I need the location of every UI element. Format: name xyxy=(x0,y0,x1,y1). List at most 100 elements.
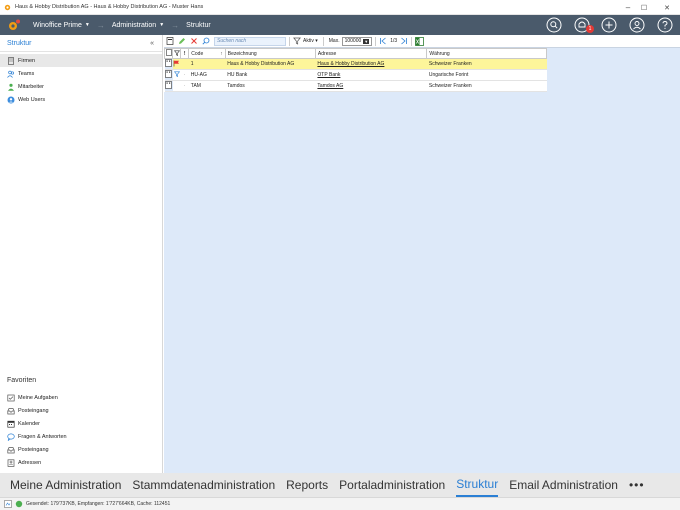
main-content: Suchen nach Aktiv ▾ Max. 100000 ▼ 1/3 ! C… xyxy=(163,35,680,473)
sidebar-item-mitarbeiter[interactable]: Mitarbeiter xyxy=(0,80,162,93)
sidebar-item-teams[interactable]: Teams xyxy=(0,67,162,80)
tab-struktur[interactable]: Struktur xyxy=(456,473,499,497)
favorite-item-meine-aufgaben[interactable]: Meine Aufgaben xyxy=(0,391,162,404)
more-tabs-button[interactable]: ••• xyxy=(629,478,645,492)
table-row[interactable]: · HU-AG HU Bank OTP Bank Ungarische Fori… xyxy=(164,69,547,81)
favorite-item-posteingang-2[interactable]: Posteingang xyxy=(0,443,162,456)
app-menu[interactable]: Winoffice Prime ▼ xyxy=(33,22,90,29)
first-page-icon[interactable] xyxy=(379,37,387,45)
cell-code: HU-AG xyxy=(188,69,226,81)
excel-export-icon[interactable] xyxy=(415,36,425,46)
chevron-down-icon: ▼ xyxy=(159,22,165,28)
favorite-item-label: Posteingang xyxy=(18,407,49,414)
favorite-item-posteingang[interactable]: Posteingang xyxy=(0,404,162,417)
toolbar-divider xyxy=(322,36,324,46)
favorite-item-label: Meine Aufgaben xyxy=(18,394,58,401)
employee-icon xyxy=(8,83,14,91)
add-icon[interactable] xyxy=(601,17,617,33)
cell-code: 1 xyxy=(188,58,226,70)
cell-bezeichnung: HU Bank xyxy=(225,69,316,81)
chevron-down-icon: ▾ xyxy=(315,38,318,44)
help-icon[interactable] xyxy=(657,17,673,33)
select-all-cell[interactable] xyxy=(163,48,174,59)
favorite-item-label: Adressen xyxy=(18,459,42,466)
administration-menu[interactable]: Administration ▼ xyxy=(112,22,164,29)
tab-portaladministration[interactable]: Portaladministration xyxy=(339,473,445,497)
favorites-title: Favoriten xyxy=(7,377,37,384)
search-button[interactable] xyxy=(200,35,212,47)
sidebar-item-firmen[interactable]: Firmen xyxy=(0,54,162,67)
pencil-icon xyxy=(179,38,185,44)
filter-icon xyxy=(173,71,180,78)
toolbar-divider xyxy=(375,36,377,46)
favorite-item-label: Kalender xyxy=(18,420,41,427)
title-bar: Haus & Hobby Distribution AG - Haus & Ho… xyxy=(0,0,680,15)
window-title: Haus & Hobby Distribution AG - Haus & Ho… xyxy=(15,4,204,10)
favorite-item-label: Fragen & Antworten xyxy=(18,433,67,440)
app-gear-icon xyxy=(4,4,11,10)
last-page-icon[interactable] xyxy=(400,37,408,45)
sidebar-item-label: Firmen xyxy=(18,57,36,64)
filter-column[interactable] xyxy=(172,48,182,59)
cell-waehrung: Schweizer Franken xyxy=(426,58,547,70)
cell-bezeichnung: Haus & Hobby Distribution AG xyxy=(225,58,316,70)
notification-badge: 1 xyxy=(586,25,594,33)
user-profile-icon[interactable] xyxy=(629,17,645,33)
warning-icon: ! xyxy=(183,50,186,57)
filter-dropdown[interactable]: Aktiv ▾ xyxy=(303,38,318,44)
sidebar-title: Struktur xyxy=(7,39,32,47)
search-input[interactable]: Suchen nach xyxy=(214,36,286,46)
delete-button[interactable] xyxy=(188,35,200,47)
column-bezeichnung[interactable]: Bezeichnung xyxy=(224,48,316,59)
status-text: Gesendet: 179'737KB, Empfangen: 1'727'66… xyxy=(26,501,171,507)
row-flag-cell xyxy=(172,69,181,81)
favorite-item-adressen[interactable]: Adressen xyxy=(0,456,162,469)
collapse-sidebar-icon[interactable]: « xyxy=(150,40,154,47)
breadcrumb-current-label: Struktur xyxy=(186,21,211,29)
tab-stammdatenadministration[interactable]: Stammdatenadministration xyxy=(132,473,275,497)
grid-header-row: ! Code ↑ Bezeichnung Adresse Währung xyxy=(163,48,547,59)
inbox-icon xyxy=(7,407,15,414)
column-adresse[interactable]: Adresse xyxy=(314,48,428,59)
bottom-tab-bar: Meine Administration Stammdatenadministr… xyxy=(0,473,680,497)
flag-column[interactable]: ! xyxy=(180,48,190,59)
close-window-button[interactable]: ✕ xyxy=(654,0,680,15)
chevron-down-icon: ▼ xyxy=(84,22,90,28)
favorite-item-fragen-antworten[interactable]: Fragen & Antworten xyxy=(0,430,162,443)
row-marker-cell: · xyxy=(180,69,189,81)
column-code[interactable]: Code ↑ xyxy=(188,48,226,59)
bullet-icon: · xyxy=(183,83,186,89)
max-label: Max. xyxy=(328,38,340,44)
delete-icon xyxy=(191,38,197,44)
table-row[interactable]: 1 Haus & Hobby Distribution AG Haus & Ho… xyxy=(164,58,547,70)
table-row[interactable]: · TAM Tamdos Tamdos AG Schweizer Franken xyxy=(164,80,547,92)
row-indicator xyxy=(164,69,173,81)
sidebar-item-web-users[interactable]: Web Users xyxy=(0,93,162,106)
top-navigation: Winoffice Prime ▼ → Administration ▼ → Str… xyxy=(0,15,680,35)
cell-adresse-link[interactable]: Haus & Hobby Distribution AG xyxy=(315,58,427,70)
cell-adresse-link[interactable]: Tamdos AG xyxy=(315,80,427,92)
favorites-list: Meine Aufgaben Posteingang Kalender Frag… xyxy=(0,391,162,469)
sort-asc-icon: ↑ xyxy=(220,50,223,57)
export-button[interactable] xyxy=(164,35,176,47)
search-icon xyxy=(202,37,210,45)
column-waehrung[interactable]: Währung xyxy=(426,48,547,59)
cell-waehrung: Schweizer Franken xyxy=(426,80,547,92)
cell-adresse-link[interactable]: OTP Bank xyxy=(315,69,427,81)
breadcrumb-current[interactable]: Struktur xyxy=(186,22,211,29)
cell-bezeichnung: Tamdos xyxy=(225,80,316,92)
favorite-item-kalender[interactable]: Kalender xyxy=(0,417,162,430)
filter-icon[interactable] xyxy=(293,37,301,45)
team-icon xyxy=(7,70,15,78)
max-rows-select[interactable]: 100000 ▼ xyxy=(341,36,373,46)
row-indicator xyxy=(164,58,173,70)
tab-meine-administration[interactable]: Meine Administration xyxy=(10,473,121,497)
tab-email-administration[interactable]: Email Administration xyxy=(509,473,618,497)
document-icon xyxy=(165,49,172,56)
search-icon[interactable] xyxy=(546,17,562,33)
grid-toolbar: Suchen nach Aktiv ▾ Max. 100000 ▼ 1/3 xyxy=(164,35,680,48)
pager-indicator: 1/3 xyxy=(390,38,398,44)
edit-button[interactable] xyxy=(176,35,188,47)
tab-reports[interactable]: Reports xyxy=(286,473,328,497)
app-logo-icon[interactable] xyxy=(0,15,27,35)
